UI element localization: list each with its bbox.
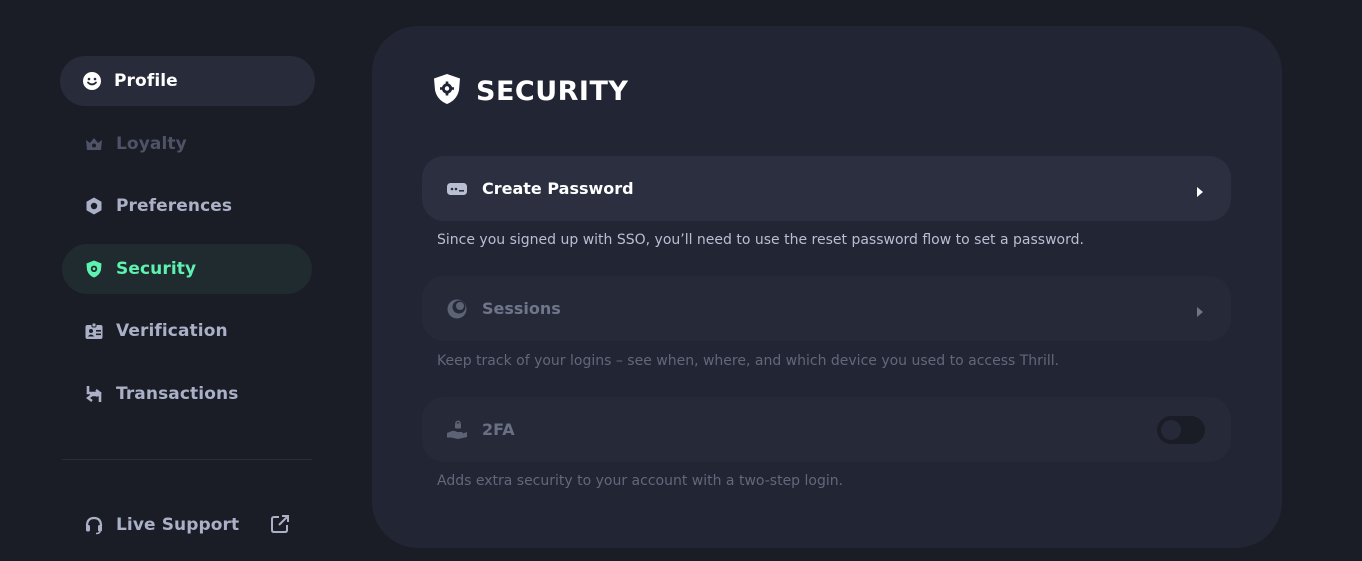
- sidebar-item-security[interactable]: Security: [62, 244, 312, 294]
- sidebar-item-label: Loyalty: [116, 134, 187, 154]
- sessions-icon: [446, 298, 468, 320]
- toggle-knob: [1161, 419, 1181, 440]
- password-icon: [446, 178, 468, 200]
- sidebar-item-label: Preferences: [116, 196, 233, 216]
- sessions-label: Sessions: [482, 299, 561, 318]
- sessions-button[interactable]: Sessions: [422, 276, 1231, 341]
- chevron-right-icon: [1195, 303, 1205, 317]
- lock-hand-icon: [446, 419, 468, 441]
- smile-icon: [82, 71, 102, 91]
- shield-icon: [84, 259, 104, 279]
- sidebar-item-label: Verification: [116, 321, 228, 341]
- create-password-description: Since you signed up with SSO, you’ll nee…: [437, 232, 1084, 248]
- sessions-description: Keep track of your logins – see when, wh…: [437, 353, 1060, 369]
- sidebar-divider: [62, 459, 312, 460]
- id-card-icon: [84, 321, 104, 341]
- hexagon-icon: [84, 196, 104, 216]
- headset-icon: [84, 515, 104, 535]
- sidebar-item-loyalty[interactable]: Loyalty: [62, 119, 312, 169]
- create-password-button[interactable]: Create Password: [422, 156, 1231, 221]
- two-factor-toggle[interactable]: [1157, 415, 1205, 444]
- page: Profile Loyalty Preferences Security Ver: [0, 0, 1362, 561]
- live-support-label: Live Support: [116, 515, 240, 535]
- sidebar-item-label: Security: [116, 259, 197, 279]
- sidebar-item-preferences[interactable]: Preferences: [62, 181, 312, 231]
- external-link-icon[interactable]: [270, 514, 290, 534]
- sidebar-item-verification[interactable]: Verification: [62, 306, 312, 356]
- chevron-right-icon: [1195, 183, 1205, 197]
- two-factor-label: 2FA: [482, 420, 515, 439]
- transfer-arrows-icon: [84, 384, 104, 404]
- sidebar-item-transactions[interactable]: Transactions: [62, 369, 312, 419]
- sidebar-item-label: Profile: [114, 71, 178, 91]
- shield-icon: [432, 73, 462, 109]
- page-title: SECURITY: [432, 74, 628, 108]
- page-title-text: SECURITY: [476, 75, 629, 107]
- settings-sidebar: Profile Loyalty Preferences Security Ver: [0, 0, 340, 561]
- create-password-label: Create Password: [482, 179, 634, 198]
- sidebar-item-profile[interactable]: Profile: [60, 56, 315, 106]
- crown-icon: [84, 134, 104, 154]
- two-factor-row: 2FA: [422, 397, 1231, 462]
- security-card: SECURITY Create Password Since you signe…: [372, 26, 1282, 548]
- sidebar-item-label: Transactions: [116, 384, 239, 404]
- two-factor-description: Adds extra security to your account with…: [437, 473, 844, 489]
